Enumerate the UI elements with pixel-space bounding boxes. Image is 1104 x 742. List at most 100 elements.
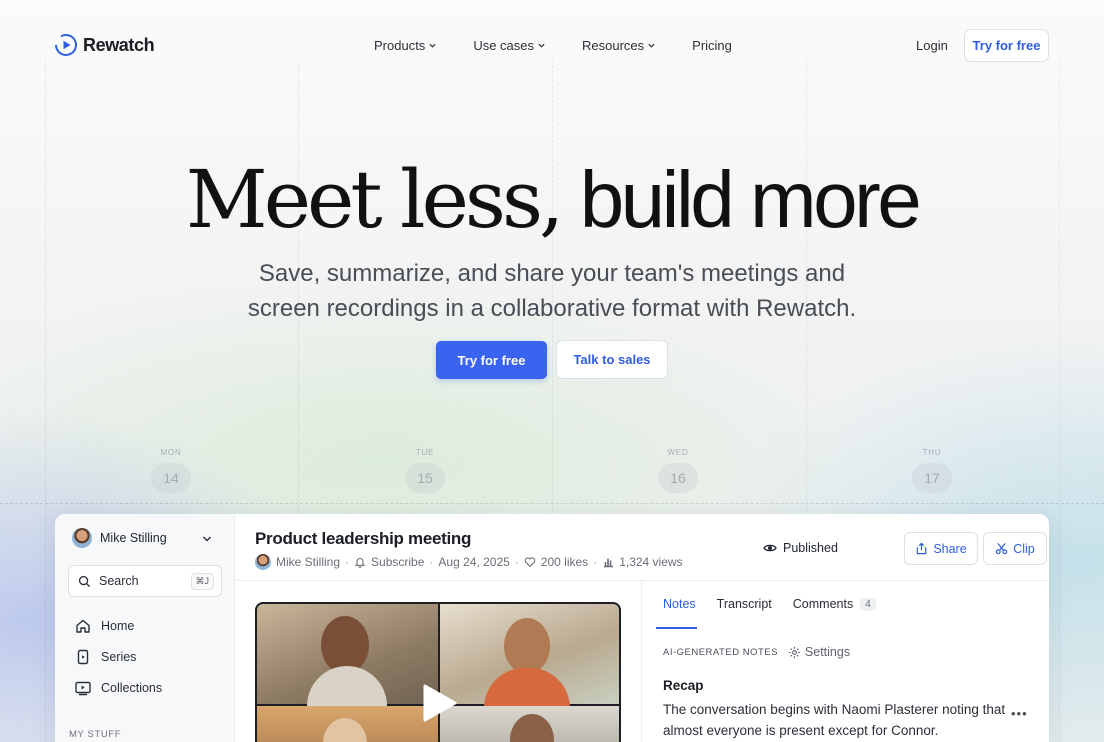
section-label: MY STUFF: [69, 729, 122, 740]
participant-face: [504, 618, 550, 674]
gear-icon: [788, 646, 800, 658]
published-label: Published: [783, 541, 838, 555]
sidebar-item-collections[interactable]: Collections: [74, 679, 162, 697]
calendar-day: MON 14: [149, 448, 193, 493]
brand-logo[interactable]: Rewatch: [54, 33, 155, 57]
day-name: THU: [922, 448, 942, 457]
day-name: WED: [667, 448, 689, 457]
participant-face: [510, 714, 554, 742]
clip-label: Clip: [1013, 541, 1035, 556]
divider: [235, 580, 1049, 581]
sidebar-item-label: Series: [101, 650, 137, 664]
participant-tile: [257, 706, 438, 742]
nav-use-cases[interactable]: Use cases: [473, 38, 546, 53]
meeting-date: Aug 24, 2025: [438, 555, 510, 569]
sidebar-item-home[interactable]: Home: [74, 617, 134, 635]
talk-to-sales-button[interactable]: Talk to sales: [556, 340, 668, 379]
main-menu: Products Use cases Resources Pricing: [374, 38, 732, 53]
day-number: 17: [912, 463, 952, 493]
bar-chart-icon: [604, 558, 614, 568]
search-shortcut: ⌘J: [190, 573, 214, 590]
sidebar-item-label: Home: [101, 619, 135, 633]
app-preview: Mike Stilling Search ⌘J Home Series Coll…: [55, 514, 1049, 742]
login-link[interactable]: Login: [916, 38, 948, 53]
chevron-down-icon[interactable]: [201, 533, 213, 545]
published-status[interactable]: Published: [763, 541, 838, 555]
tab-notes[interactable]: Notes: [663, 597, 696, 611]
meeting-title: Product leadership meeting: [255, 529, 472, 548]
nav-resources[interactable]: Resources: [582, 38, 656, 53]
user-name: Mike Stilling: [100, 531, 167, 545]
hero-title-sans: build more: [579, 155, 922, 244]
clip-button[interactable]: Clip: [983, 532, 1047, 565]
chevron-down-icon: [538, 43, 545, 48]
recap-more-button[interactable]: •••: [1011, 706, 1028, 721]
collections-icon: [75, 681, 91, 696]
participant-tile: [440, 604, 619, 718]
tab-comments[interactable]: Comments 4: [793, 597, 876, 611]
separator: ·: [345, 555, 350, 569]
calendar-day: TUE 15: [403, 448, 447, 493]
nav-pricing[interactable]: Pricing: [692, 38, 732, 53]
nav-use-cases-label: Use cases: [473, 38, 535, 53]
hero-title: Meet less, build more: [0, 160, 1104, 240]
meeting-meta: Mike Stilling · Subscribe · Aug 24, 2025…: [255, 554, 683, 570]
meeting-author[interactable]: Mike Stilling: [276, 555, 340, 569]
tab-label: Comments: [792, 597, 854, 611]
nav-resources-label: Resources: [582, 38, 645, 53]
hero-title-serif: Meet less,: [185, 153, 565, 246]
day-number: 16: [658, 463, 698, 493]
avatar: [255, 554, 271, 570]
notes-settings-button[interactable]: Settings: [788, 645, 850, 659]
recap-text: The conversation begins with Naomi Plast…: [663, 702, 1006, 738]
separator: ·: [514, 555, 519, 569]
series-icon: [77, 649, 89, 665]
nav-products[interactable]: Products: [374, 38, 437, 53]
meeting-view: Product leadership meeting Mike Stilling…: [235, 514, 1049, 742]
comments-count-badge: 4: [860, 597, 876, 611]
hero-subtitle-line2: screen recordings in a collaborative for…: [247, 295, 857, 322]
scissors-icon: [996, 543, 1008, 555]
calendar-day: THU 17: [910, 448, 954, 493]
settings-label: Settings: [804, 645, 851, 659]
ai-notes-header: AI-GENERATED NOTES Settings: [663, 645, 850, 659]
share-button[interactable]: Share: [904, 532, 978, 565]
ai-notes-label: AI-GENERATED NOTES: [663, 646, 778, 658]
separator: ·: [593, 555, 598, 569]
subscribe-link[interactable]: Subscribe: [371, 555, 424, 569]
sidebar-item-series[interactable]: Series: [74, 648, 136, 666]
views-count: 1,324 views: [619, 555, 683, 569]
chevron-down-icon: [648, 43, 655, 48]
hero-subtitle-line1: Save, summarize, and share your team's m…: [258, 260, 846, 287]
divider: [641, 580, 642, 742]
top-nav: Rewatch Products Use cases Resources Pri…: [0, 0, 1104, 92]
sidebar-item-label: Collections: [101, 681, 163, 695]
likes-count: 200 likes: [540, 555, 589, 569]
share-icon: [917, 542, 927, 555]
day-number: 15: [405, 463, 445, 493]
try-for-free-button[interactable]: Try for free: [964, 29, 1049, 62]
bell-icon: [354, 558, 366, 568]
participant-tile: [257, 604, 438, 726]
heart-icon[interactable]: [524, 556, 536, 568]
tab-label: Transcript: [716, 597, 772, 611]
rewatch-logo-icon: [55, 34, 77, 56]
nav-products-label: Products: [374, 38, 426, 53]
home-icon: [76, 619, 90, 633]
day-number: 14: [151, 463, 191, 493]
day-name: TUE: [415, 448, 435, 457]
hero-subtitle: Save, summarize, and share your team's m…: [200, 256, 904, 326]
brand-name: Rewatch: [83, 34, 155, 55]
video-player[interactable]: [255, 602, 621, 742]
play-icon[interactable]: [417, 682, 459, 724]
user-switcher[interactable]: Mike Stilling: [72, 528, 167, 548]
hero-try-for-free-button[interactable]: Try for free: [436, 341, 547, 379]
guide-line: [0, 503, 1104, 504]
share-label: Share: [933, 541, 967, 556]
search-input[interactable]: Search ⌘J: [68, 565, 222, 597]
avatar: [72, 528, 92, 548]
calendar-day: WED 16: [656, 448, 700, 493]
tab-transcript[interactable]: Transcript: [717, 597, 772, 611]
search-icon: [78, 575, 91, 587]
separator: ·: [429, 555, 434, 569]
